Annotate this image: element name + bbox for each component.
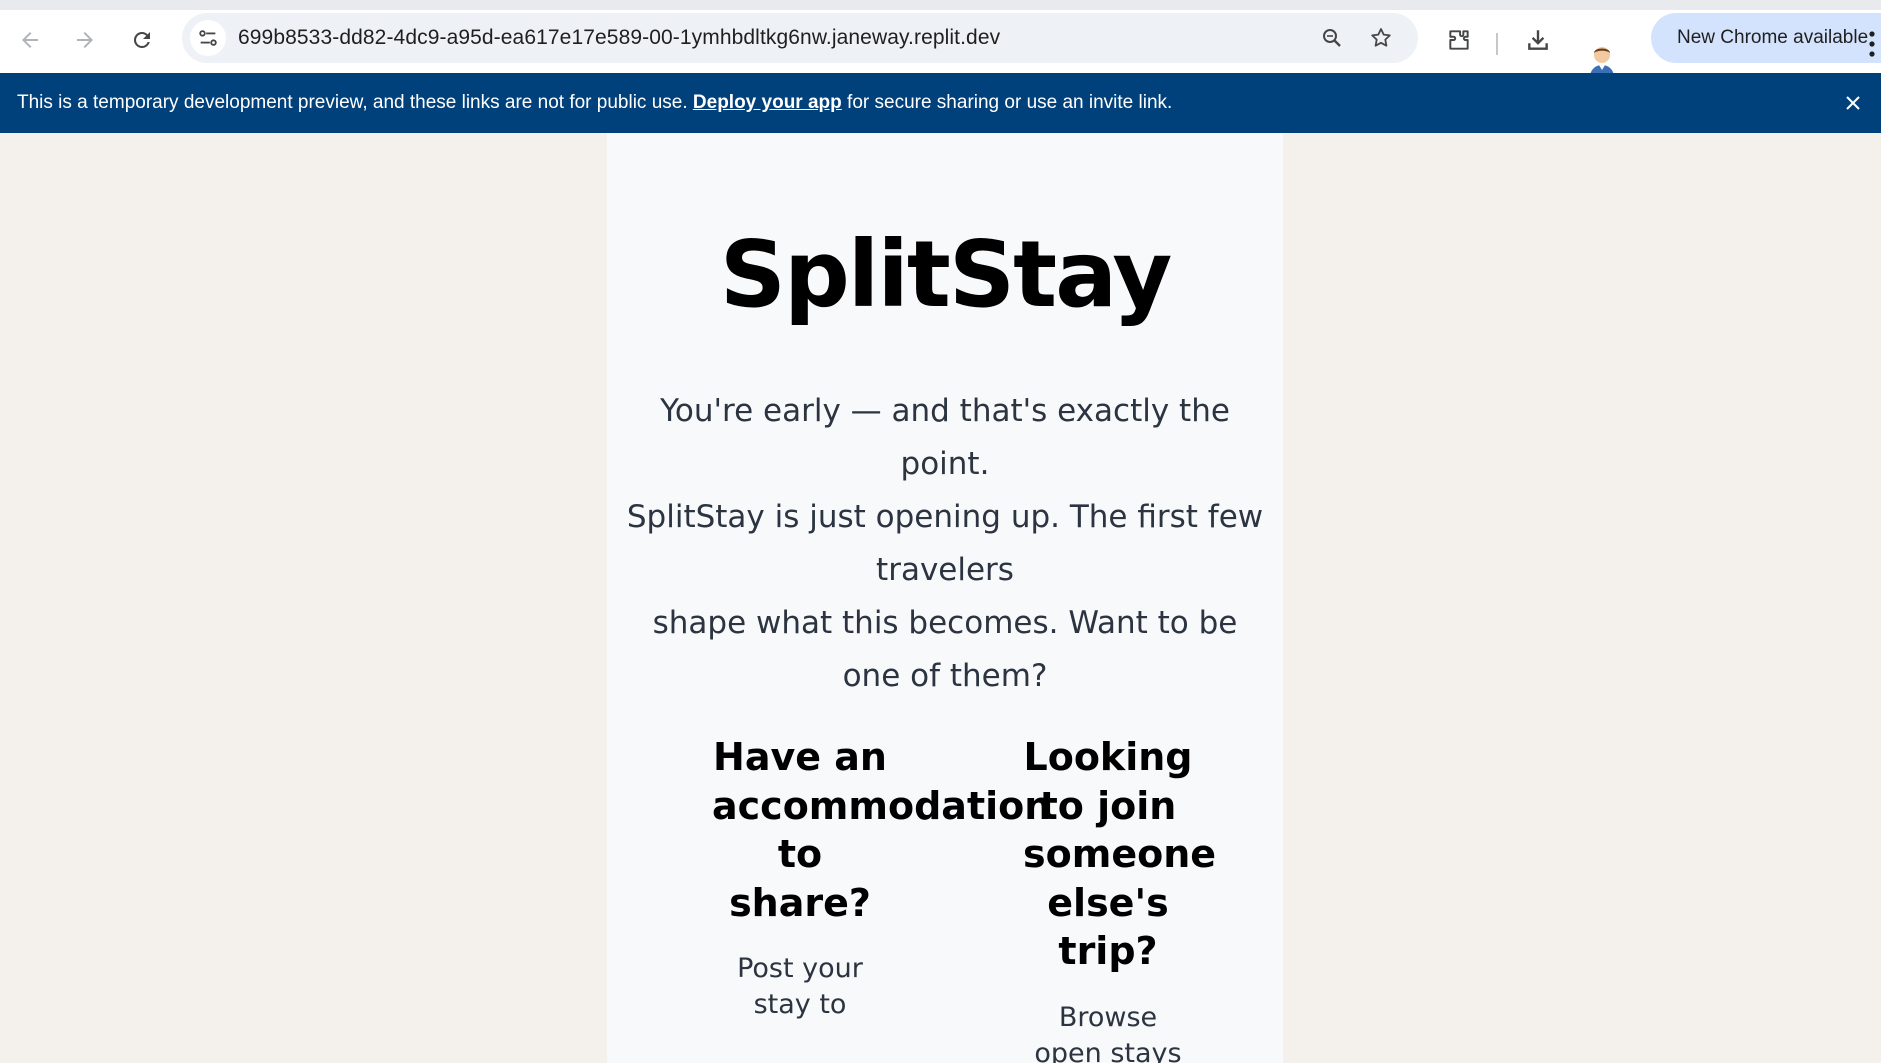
- more-menu-button[interactable]: [1869, 30, 1875, 58]
- reload-icon: [133, 31, 150, 48]
- url-text[interactable]: 699b8533-dd82-4dc9-a95d-ea617e17e589-00-…: [238, 26, 1000, 50]
- browser-toolbar: 699b8533-dd82-4dc9-a95d-ea617e17e589-00-…: [0, 0, 1881, 76]
- bookmark-button[interactable]: [1366, 23, 1396, 53]
- banner-text-after: for secure sharing or use an invite link…: [847, 92, 1173, 113]
- download-icon: [1528, 30, 1548, 50]
- intro-line: shape what this becomes. Want to be one …: [652, 605, 1238, 694]
- bookmark-star-icon: [1371, 28, 1391, 47]
- extensions-icon: [1449, 30, 1469, 50]
- zoom-button[interactable]: [1317, 23, 1347, 53]
- profile-avatar[interactable]: [1587, 44, 1617, 76]
- forward-icon: [77, 32, 93, 48]
- banner-close-button[interactable]: [1842, 92, 1864, 114]
- page-viewport: SplitStay You're early — and that's exac…: [0, 133, 1881, 1063]
- site-info-button[interactable]: [190, 20, 226, 56]
- forward-button[interactable]: [65, 20, 105, 60]
- page-title: SplitStay: [719, 221, 1173, 328]
- dev-preview-banner: This is a temporary development preview,…: [0, 73, 1881, 133]
- more-menu-icon: [1869, 31, 1875, 57]
- chrome-update-label: New Chrome available: [1677, 27, 1869, 48]
- toolbar-divider: [1496, 33, 1498, 55]
- downloads-button[interactable]: [1520, 22, 1556, 58]
- intro-line: You're early — and that's exactly the po…: [660, 393, 1230, 482]
- close-icon: [1846, 96, 1860, 110]
- back-button[interactable]: [10, 20, 50, 60]
- landing-card: SplitStay You're early — and that's exac…: [607, 133, 1283, 1063]
- deploy-app-link[interactable]: Deploy your app: [693, 92, 842, 114]
- back-icon: [22, 32, 38, 48]
- zoom-icon: [1323, 29, 1341, 47]
- intro-text: You're early — and that's exactly the po…: [625, 385, 1265, 703]
- extensions-button[interactable]: [1441, 22, 1477, 58]
- host-option-title: Have an accommodation to share?: [712, 735, 1052, 925]
- intro-line: SplitStay is just opening up. The first …: [626, 499, 1264, 588]
- banner-text-before: This is a temporary development preview,…: [17, 92, 688, 113]
- guest-option-title: Looking to join someone else's trip?: [1023, 735, 1217, 973]
- guest-option-desc: Browse open stays: [1034, 1001, 1182, 1063]
- reload-button[interactable]: [122, 20, 162, 60]
- chrome-update-button[interactable]: New Chrome available: [1651, 13, 1881, 63]
- guest-option[interactable]: Looking to join someone else's trip? Bro…: [1023, 733, 1217, 1063]
- host-option[interactable]: Have an accommodation to share? Post you…: [712, 733, 1052, 1023]
- site-info-icon: [199, 30, 217, 46]
- host-option-desc: Post your stay to: [737, 953, 863, 1020]
- address-bar[interactable]: 699b8533-dd82-4dc9-a95d-ea617e17e589-00-…: [182, 13, 1418, 63]
